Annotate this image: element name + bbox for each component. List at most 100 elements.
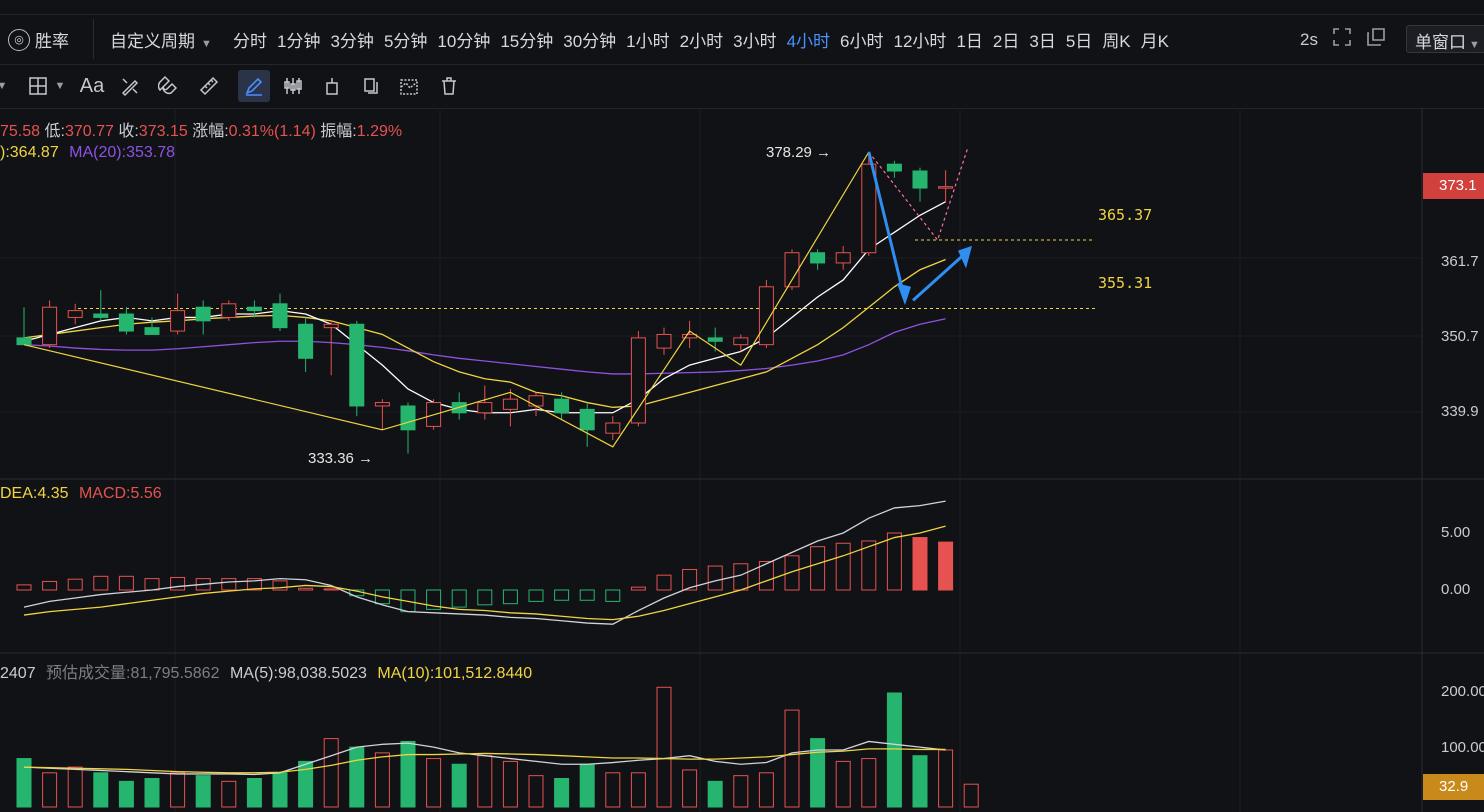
- volume-bar: [195, 775, 211, 808]
- macd-bar: [579, 589, 595, 601]
- volume-info: 2407 预估成交量:81,795.5862 MA(5):98,038.5023…: [0, 659, 532, 683]
- period-tab[interactable]: 4小时: [787, 27, 830, 52]
- chevron-down-icon: ▼: [1469, 39, 1480, 51]
- volume-bar: [528, 775, 544, 808]
- anchor-icon[interactable]: [316, 70, 348, 102]
- window-mode-select[interactable]: 单窗口 ▼: [1406, 25, 1484, 53]
- period-tab[interactable]: 1日: [956, 27, 982, 52]
- volume-bar: [656, 686, 672, 808]
- candle-body: [835, 252, 851, 264]
- volume-bar: [784, 709, 800, 808]
- winrate-button[interactable]: ◎ 胜率: [8, 27, 69, 52]
- magnet-icon[interactable]: [153, 70, 185, 102]
- period-tab[interactable]: 3分钟: [330, 27, 373, 52]
- candle-body: [912, 170, 928, 189]
- candle-body: [42, 306, 58, 346]
- fullscreen-icon[interactable]: [1332, 27, 1352, 52]
- ruler-icon[interactable]: [193, 70, 225, 102]
- macd-bar: [42, 580, 58, 591]
- period-tab[interactable]: 6小时: [840, 27, 883, 52]
- volume-bar: [272, 772, 288, 808]
- low-label: 低:: [44, 123, 65, 140]
- volume-bar: [170, 772, 186, 808]
- chevron-down-icon[interactable]: ▼: [50, 70, 70, 102]
- measure-icon[interactable]: [393, 70, 425, 102]
- period-tab[interactable]: 3小时: [733, 27, 776, 52]
- candle-body: [810, 252, 826, 264]
- volume-estimate-label: 预估成交量:: [46, 665, 131, 682]
- volume-bar: [118, 780, 134, 808]
- candle-body: [938, 186, 954, 189]
- period-tab[interactable]: 分时: [233, 27, 267, 52]
- volume-bar: [93, 772, 109, 808]
- macd-bar: [221, 578, 237, 591]
- brush-eraser-icon[interactable]: [114, 70, 146, 102]
- period-tab[interactable]: 12小时: [894, 27, 947, 52]
- volume-bar: [16, 758, 32, 808]
- period-tab[interactable]: 15分钟: [500, 27, 553, 52]
- period-tab[interactable]: 周K: [1102, 27, 1130, 52]
- volume-bar: [605, 772, 621, 808]
- period-tab[interactable]: 1小时: [626, 27, 669, 52]
- macd-bar: [93, 575, 109, 591]
- volume-ma10-value: MA(10):101,512.8440: [377, 665, 533, 682]
- low-value: 370.77: [64, 123, 114, 140]
- main-chart[interactable]: [0, 108, 1484, 812]
- period-tab[interactable]: 5分钟: [384, 27, 427, 52]
- ma5-line: [23, 201, 946, 414]
- period-tab[interactable]: 5日: [1066, 27, 1092, 52]
- trash-icon[interactable]: [433, 70, 465, 102]
- amplitude-value: 1.29%: [356, 123, 403, 140]
- macd-bar: [912, 537, 928, 591]
- volume-bar: [707, 780, 723, 808]
- candle-body: [246, 306, 262, 312]
- macd-bar: [170, 576, 186, 591]
- volume-bar: [323, 738, 339, 808]
- candle-body: [272, 303, 288, 329]
- ma10-value: ):364.87: [0, 144, 59, 161]
- change-label: 涨幅:: [192, 123, 229, 140]
- wave-line: [23, 151, 870, 448]
- candle-body: [118, 313, 134, 332]
- custom-period-dropdown[interactable]: 自定义周期 ▼: [110, 27, 212, 52]
- volume-value: 2407: [0, 665, 36, 682]
- macd-bar: [118, 575, 134, 591]
- candles-icon[interactable]: [277, 70, 309, 102]
- period-tab[interactable]: 2小时: [680, 27, 723, 52]
- candle-body: [221, 303, 237, 318]
- macd-bar: [272, 580, 288, 591]
- copy-icon[interactable]: [354, 70, 386, 102]
- candle-body: [323, 323, 339, 329]
- period-tab[interactable]: 10分钟: [437, 27, 490, 52]
- candle-body: [707, 337, 723, 342]
- pen-icon[interactable]: [238, 70, 270, 102]
- ma20-value: MA(20):353.78: [69, 144, 176, 161]
- dea-value: DEA:4.35: [0, 485, 69, 502]
- chevron-down-icon[interactable]: ▼: [0, 70, 12, 102]
- popout-icon[interactable]: [1366, 27, 1386, 52]
- volume-bar: [682, 769, 698, 808]
- macd-bar: [810, 546, 826, 591]
- period-tab[interactable]: 2日: [993, 27, 1019, 52]
- candle-body: [67, 310, 83, 318]
- macd-bar: [554, 589, 570, 601]
- period-tab[interactable]: 30分钟: [563, 27, 616, 52]
- winrate-icon: ◎: [8, 28, 30, 51]
- divider: [93, 19, 94, 59]
- macd-info: DEA:4.35 MACD:5.56: [0, 485, 162, 503]
- ma20-line: [23, 318, 946, 375]
- candle-body: [528, 395, 544, 407]
- refresh-interval[interactable]: 2s: [1300, 30, 1318, 50]
- macd-bar: [886, 532, 902, 591]
- candle-body: [758, 286, 774, 346]
- volume-axis-tick: 100.00: [1441, 739, 1484, 756]
- period-tab[interactable]: 1分钟: [277, 27, 320, 52]
- candle-body: [605, 422, 621, 434]
- period-tab[interactable]: 3日: [1029, 27, 1055, 52]
- period-tab[interactable]: 月K: [1141, 27, 1169, 52]
- candle-body: [656, 333, 672, 349]
- macd-value: MACD:5.56: [78, 485, 162, 502]
- text-tool-button[interactable]: Aa: [76, 70, 108, 102]
- change-value: 0.31%(1.14): [228, 123, 316, 140]
- macd-bar: [67, 578, 83, 591]
